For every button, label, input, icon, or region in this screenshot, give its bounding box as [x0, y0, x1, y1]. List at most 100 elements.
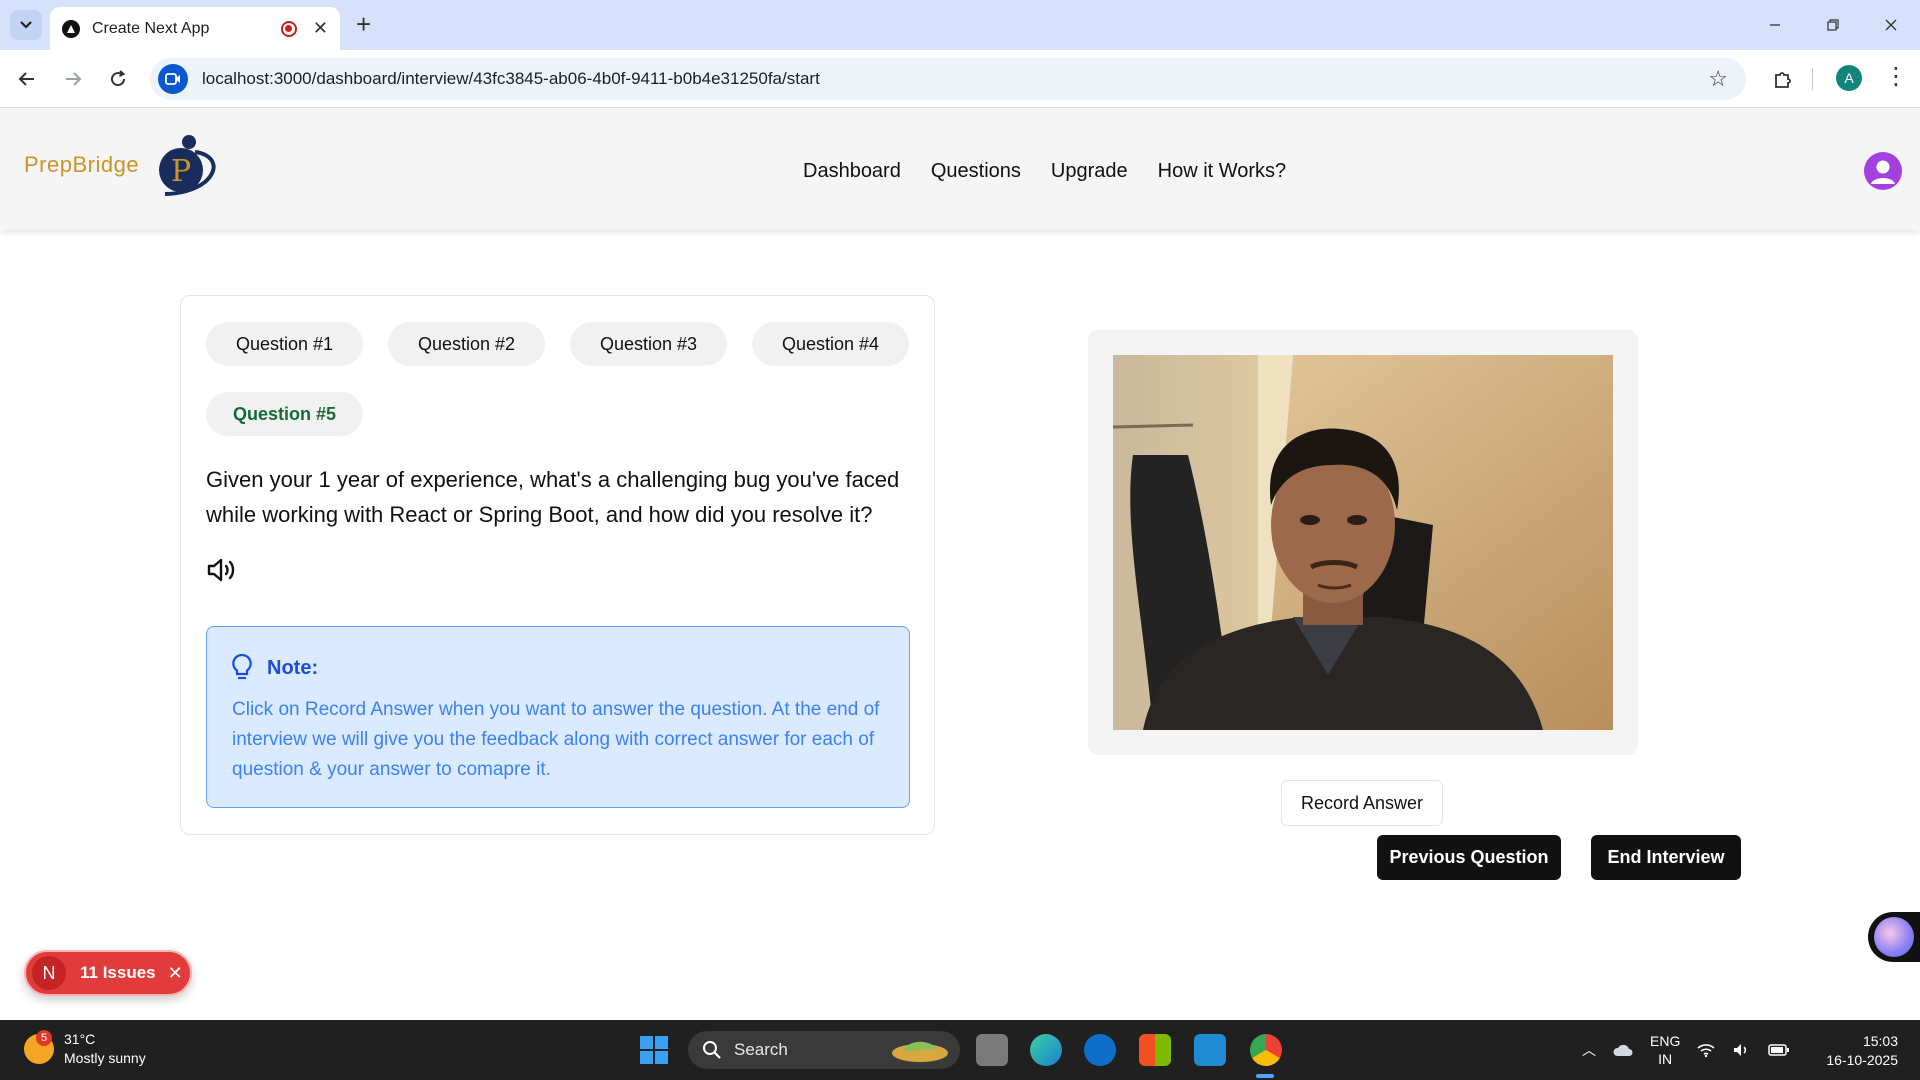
close-window-button[interactable]: [1862, 0, 1920, 50]
note-header: Note:: [231, 653, 318, 683]
nav-how-it-works[interactable]: How it Works?: [1158, 160, 1287, 183]
end-interview-button[interactable]: End Interview: [1591, 835, 1741, 880]
close-issues-icon[interactable]: ✕: [168, 963, 183, 984]
hp-icon[interactable]: [1084, 1034, 1116, 1066]
reload-button[interactable]: [103, 64, 133, 94]
bookmark-star-icon[interactable]: ☆: [1708, 66, 1728, 92]
language-code: ENG: [1650, 1033, 1681, 1049]
recording-indicator-icon: [280, 20, 297, 37]
task-view-icon[interactable]: [976, 1034, 1008, 1066]
browser-tab-bar: Create Next App ✕ +: [0, 0, 1920, 50]
battery-icon[interactable]: [1768, 1043, 1790, 1057]
wifi-icon[interactable]: [1696, 1042, 1716, 1058]
assistant-orb-button[interactable]: [1868, 912, 1920, 962]
tab-search-button[interactable]: [10, 10, 42, 40]
question-tab-5[interactable]: Question #5: [206, 392, 363, 436]
browser-profile-avatar[interactable]: A: [1836, 65, 1862, 91]
speaker-icon[interactable]: [206, 556, 240, 584]
puzzle-icon: [1775, 72, 1791, 88]
question-tabs: Question #1 Question #2 Question #3 Ques…: [206, 322, 916, 436]
sun-icon: 5: [24, 1030, 54, 1064]
nextjs-favicon-icon: [62, 19, 80, 38]
note-body: Click on Record Answer when you want to …: [232, 699, 880, 780]
forward-button[interactable]: [58, 64, 88, 94]
browser-menu-icon[interactable]: ⋮: [1884, 63, 1908, 91]
question-tab-1[interactable]: Question #1: [206, 322, 363, 366]
show-hidden-icons[interactable]: ︿: [1582, 1040, 1596, 1060]
brand-logo[interactable]: PrepBridge P: [24, 132, 223, 198]
question-tab-3[interactable]: Question #3: [570, 322, 727, 366]
search-highlight-icon: [892, 1041, 948, 1062]
screen-share-icon[interactable]: [158, 64, 188, 94]
nav-upgrade[interactable]: Upgrade: [1051, 160, 1128, 183]
record-answer-button[interactable]: Record Answer: [1281, 780, 1443, 826]
weather-widget[interactable]: 5 31°C Mostly sunny: [24, 1030, 146, 1068]
onedrive-icon[interactable]: [1612, 1042, 1634, 1058]
weather-condition: Mostly sunny: [64, 1050, 146, 1066]
new-tab-button[interactable]: +: [356, 11, 371, 37]
nav-questions[interactable]: Questions: [931, 160, 1021, 183]
reload-icon: [111, 70, 126, 87]
webcam-image: [1113, 355, 1613, 730]
assistant-orb-icon: [1874, 917, 1914, 957]
window-controls: [1746, 0, 1920, 50]
language-indicator[interactable]: ENG IN: [1650, 1032, 1680, 1068]
region-code: IN: [1658, 1051, 1673, 1067]
lightbulb-icon: [232, 653, 252, 680]
nextjs-issues-indicator[interactable]: N 11 Issues ✕: [24, 950, 192, 996]
tab-close-icon[interactable]: ✕: [313, 18, 328, 39]
svg-text:P: P: [171, 154, 191, 189]
prepbridge-logo-icon: P: [159, 135, 216, 196]
user-icon: [1871, 160, 1895, 184]
store-icon[interactable]: [1139, 1034, 1171, 1066]
question-tab-4[interactable]: Question #4: [752, 322, 909, 366]
system-tray: ︿ ENG IN: [1582, 1032, 1790, 1068]
vscode-icon[interactable]: [1194, 1034, 1226, 1066]
main-nav: Dashboard Questions Upgrade How it Works…: [803, 160, 1286, 183]
webcam-feed: [1113, 355, 1613, 730]
user-avatar[interactable]: [1864, 152, 1902, 190]
taskbar-search[interactable]: Search: [688, 1031, 960, 1069]
webcam-panel: [1088, 330, 1638, 755]
weather-text: 31°C Mostly sunny: [64, 1030, 146, 1068]
nav-dashboard[interactable]: Dashboard: [803, 160, 901, 183]
note-title: Note:: [267, 656, 319, 679]
toolbar-divider: [1812, 68, 1813, 90]
previous-question-button[interactable]: Previous Question: [1377, 835, 1561, 880]
active-app-indicator: [1256, 1074, 1274, 1078]
close-icon: [1885, 19, 1897, 31]
nextjs-badge-icon: N: [32, 956, 66, 990]
search-icon: [703, 1041, 721, 1059]
address-bar[interactable]: localhost:3000/dashboard/interview/43fc3…: [150, 58, 1746, 100]
clock-date: 16-10-2025: [1826, 1052, 1898, 1068]
volume-icon[interactable]: [1732, 1042, 1752, 1058]
question-text: Given your 1 year of experience, what's …: [206, 467, 900, 527]
edge-icon[interactable]: [1030, 1034, 1062, 1066]
tab-title: Create Next App: [92, 19, 210, 37]
note-box: Note: Click on Record Answer when you wa…: [206, 626, 910, 808]
chevron-down-icon: [20, 21, 32, 29]
issues-count[interactable]: 11 Issues: [80, 963, 156, 983]
extensions-button[interactable]: [1768, 64, 1798, 94]
brand-name: PrepBridge: [24, 152, 140, 177]
clock-time: 15:03: [1862, 1033, 1898, 1049]
restore-icon: [1827, 19, 1839, 31]
question-card: Question #1 Question #2 Question #3 Ques…: [180, 295, 935, 835]
arrow-right-icon: [66, 72, 82, 86]
weather-badge: 5: [36, 1030, 52, 1046]
browser-tab[interactable]: Create Next App ✕: [50, 7, 340, 50]
app-header: PrepBridge P Dashboard Questions Upgrade…: [0, 108, 1920, 230]
arrow-left-icon: [18, 72, 34, 86]
windows-taskbar: 5 31°C Mostly sunny Search ︿ ENG IN 15:0…: [0, 1020, 1920, 1080]
minimize-button[interactable]: [1746, 0, 1804, 50]
restore-button[interactable]: [1804, 0, 1862, 50]
windows-start-icon[interactable]: [640, 1036, 668, 1064]
search-label: Search: [734, 1040, 788, 1059]
system-clock[interactable]: 15:03 16-10-2025: [1816, 1032, 1898, 1070]
chrome-icon[interactable]: [1250, 1034, 1282, 1066]
temperature: 31°C: [64, 1031, 96, 1047]
question-tab-2[interactable]: Question #2: [388, 322, 545, 366]
minimize-icon: [1770, 24, 1780, 26]
back-button[interactable]: [12, 64, 42, 94]
url-text[interactable]: localhost:3000/dashboard/interview/43fc3…: [202, 69, 1708, 89]
